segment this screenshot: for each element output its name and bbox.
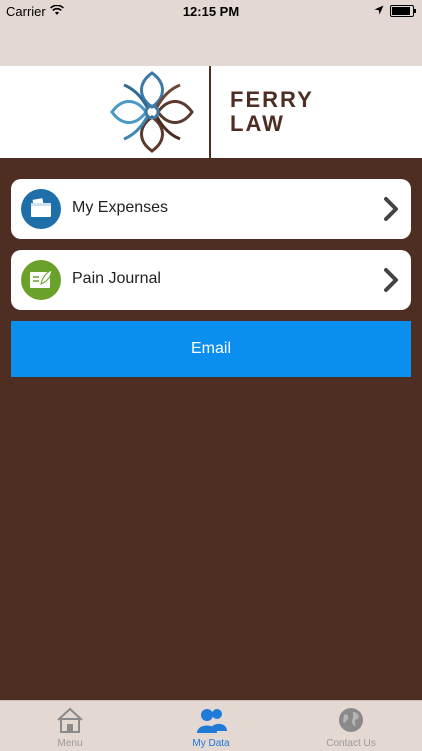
wallet-icon: [21, 189, 61, 229]
tab-menu-label: Menu: [57, 738, 83, 749]
brand-header: FERRY LAW: [0, 66, 422, 158]
brand-divider: [209, 66, 211, 158]
clock: 12:15 PM: [182, 4, 240, 19]
globe-icon: [339, 708, 363, 732]
tab-bar: Menu My Data Contact Us: [0, 700, 422, 751]
tab-contact-us-label: Contact Us: [326, 738, 376, 749]
pain-journal-row[interactable]: Pain Journal: [11, 250, 411, 310]
journal-icon: [21, 260, 61, 300]
tab-my-data[interactable]: My Data: [141, 701, 281, 751]
home-icon: [57, 707, 83, 733]
logo-mark: [110, 71, 194, 153]
pain-journal-label: Pain Journal: [72, 270, 161, 287]
brand-line1: FERRY: [230, 87, 314, 112]
chevron-right-icon: [384, 268, 398, 292]
status-bar: Carrier 12:15 PM: [0, 0, 422, 66]
tab-contact-us[interactable]: Contact Us: [281, 701, 421, 751]
users-icon: [197, 709, 227, 733]
brand-name: FERRY LAW: [230, 88, 314, 136]
tab-my-data-label: My Data: [192, 738, 230, 749]
brand-line2: LAW: [230, 111, 285, 136]
my-expenses-label: My Expenses: [72, 199, 169, 216]
location-arrow-icon: [374, 5, 384, 15]
status-row: Carrier 12:15 PM: [0, 0, 422, 22]
chevron-right-icon: [384, 197, 398, 221]
battery-icon: [390, 5, 416, 17]
tab-menu[interactable]: Menu: [0, 701, 140, 751]
my-expenses-row[interactable]: My Expenses: [11, 179, 411, 239]
email-button[interactable]: Email: [11, 321, 411, 377]
